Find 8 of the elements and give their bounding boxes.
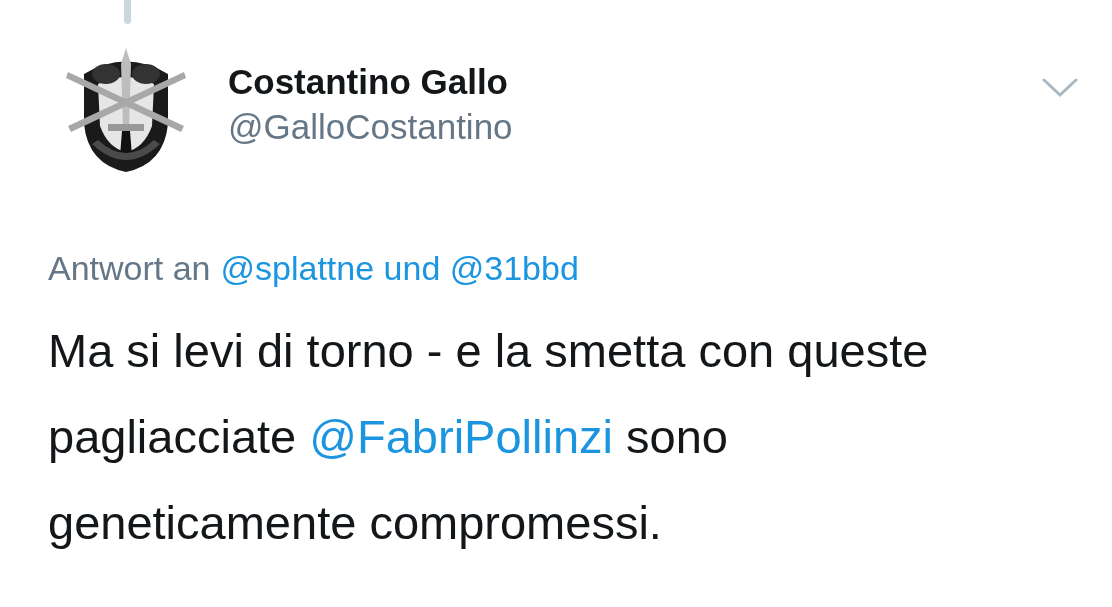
thread-line: [124, 0, 131, 24]
mention-link[interactable]: @FabriPollinzi: [309, 410, 613, 463]
chevron-down-icon[interactable]: [1042, 78, 1078, 98]
reply-label: Antwort an: [48, 248, 211, 289]
reply-mentions-link[interactable]: @splattne und @31bbd: [220, 246, 579, 290]
author-handle[interactable]: @GalloCostantino: [228, 104, 1002, 150]
author-name[interactable]: Costantino Gallo: [228, 60, 1002, 104]
tweet-text: Ma si levi di torno - e la smetta con queste pagliacciate @FabriPollinzi sono geneticamente compromessi.: [48, 323, 930, 551]
